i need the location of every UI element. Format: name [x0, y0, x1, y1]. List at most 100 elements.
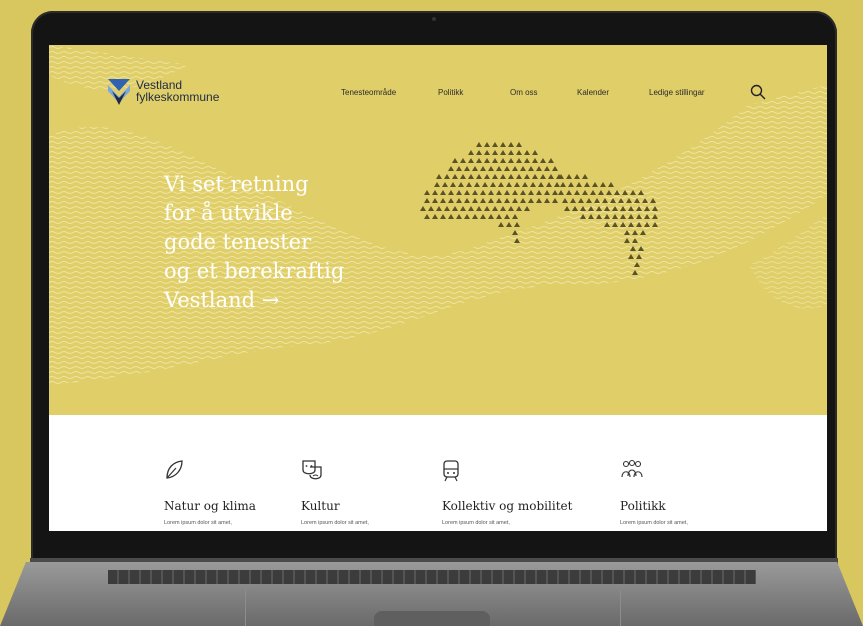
tree-icon: [630, 190, 636, 195]
tree-icon: [536, 166, 542, 171]
tree-icon: [488, 214, 494, 219]
tree-icon: [464, 190, 470, 195]
tree-icon: [452, 206, 458, 211]
tree-icon: [586, 198, 592, 203]
tree-icon: [578, 198, 584, 203]
tree-icon: [448, 190, 454, 195]
tree-icon: [432, 190, 438, 195]
tree-icon: [448, 214, 454, 219]
tree-icon: [516, 174, 522, 179]
tree-icon: [548, 158, 554, 163]
tree-icon: [634, 198, 640, 203]
tree-icon: [498, 222, 504, 227]
tree-icon: [476, 150, 482, 155]
tree-icon: [456, 214, 462, 219]
tree-icon: [606, 190, 612, 195]
tree-icon: [468, 150, 474, 155]
tree-icon: [484, 174, 490, 179]
tree-icon: [638, 246, 644, 251]
tree-icon: [604, 214, 610, 219]
tree-icon: [544, 190, 550, 195]
tree-icon: [528, 166, 534, 171]
tree-icon: [580, 214, 586, 219]
tree-icon: [596, 214, 602, 219]
tree-icon: [460, 158, 466, 163]
nav-politikk[interactable]: Politikk: [438, 88, 463, 97]
tree-icon: [636, 206, 642, 211]
tree-icon: [570, 198, 576, 203]
card-text: Lorem ipsum dolor sit amet,: [301, 520, 369, 526]
tree-icon: [480, 198, 486, 203]
tree-icon: [492, 158, 498, 163]
tree-icon: [468, 158, 474, 163]
tree-icon: [424, 198, 430, 203]
tree-icon: [444, 174, 450, 179]
tree-icon: [460, 174, 466, 179]
tree-icon: [506, 222, 512, 227]
hero-headline[interactable]: Vi set retning for å utvikle gode tenest…: [164, 170, 414, 315]
tree-icon: [514, 222, 520, 227]
tree-icon: [614, 190, 620, 195]
card-text: Lorem ipsum dolor sit amet,: [164, 520, 232, 526]
nav-ledige-stillingar[interactable]: Ledige stillingar: [649, 88, 705, 97]
site-logo[interactable]: Vestland fylkeskommune: [108, 77, 219, 105]
tree-icon: [500, 150, 506, 155]
tree-icon: [574, 174, 580, 179]
tree-icon: [540, 174, 546, 179]
tree-icon: [500, 206, 506, 211]
tree-icon: [580, 206, 586, 211]
tree-icon: [440, 190, 446, 195]
nav-om-oss[interactable]: Om oss: [510, 88, 538, 97]
card-text: Lorem ipsum dolor sit amet,: [442, 520, 510, 526]
tree-icon: [552, 166, 558, 171]
tree-icon: [488, 198, 494, 203]
hero-line-1: Vi set retning: [164, 172, 309, 196]
tree-icon: [500, 158, 506, 163]
tree-icon: [544, 198, 550, 203]
tree-icon: [512, 166, 518, 171]
tree-icon: [618, 198, 624, 203]
tree-icon: [496, 198, 502, 203]
tree-icon: [644, 214, 650, 219]
tree-icon: [634, 262, 640, 267]
card-title: Natur og klima: [164, 499, 256, 513]
tree-icon: [620, 222, 626, 227]
tree-icon: [496, 214, 502, 219]
tree-icon: [612, 214, 618, 219]
tree-icon: [592, 182, 598, 187]
tree-icon: [536, 190, 542, 195]
tree-icon: [508, 158, 514, 163]
tree-icon: [632, 230, 638, 235]
tree-icon: [590, 190, 596, 195]
tree-icon: [558, 190, 564, 195]
tree-icon: [600, 182, 606, 187]
tree-icon: [480, 214, 486, 219]
tree-icon: [480, 190, 486, 195]
tree-icon: [436, 206, 442, 211]
tree-icon: [440, 214, 446, 219]
tree-icon: [620, 214, 626, 219]
nav-kalender[interactable]: Kalender: [577, 88, 609, 97]
tree-icon: [628, 254, 634, 259]
tree-icon: [546, 182, 552, 187]
tree-icon: [594, 198, 600, 203]
card-title: Kultur: [301, 499, 340, 513]
tree-icon: [564, 206, 570, 211]
tree-icon: [572, 206, 578, 211]
tree-icon: [472, 190, 478, 195]
tree-icon: [512, 214, 518, 219]
tree-icon: [492, 206, 498, 211]
hero-line-3: gode tenester: [164, 230, 312, 254]
tree-icon: [466, 182, 472, 187]
tree-icon: [540, 158, 546, 163]
search-icon[interactable]: [750, 84, 766, 100]
logo-shield-icon: [108, 79, 130, 105]
tree-icon: [636, 222, 642, 227]
tree-icon: [512, 198, 518, 203]
tree-icon: [604, 206, 610, 211]
tree-icon: [450, 182, 456, 187]
tree-icon: [528, 190, 534, 195]
tree-icon: [630, 246, 636, 251]
nav-tenesteomrade[interactable]: Tenesteområde: [341, 88, 396, 97]
tree-icon: [628, 222, 634, 227]
